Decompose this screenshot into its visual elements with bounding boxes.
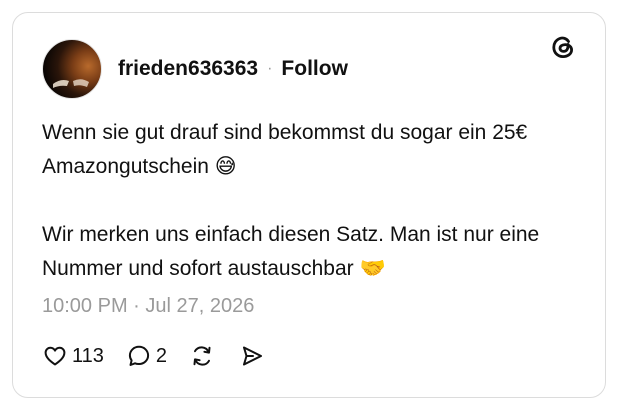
avatar-image bbox=[53, 79, 89, 88]
threads-logo-icon[interactable] bbox=[549, 33, 577, 61]
comment-bubble-icon bbox=[128, 345, 149, 366]
heart-icon bbox=[44, 346, 66, 366]
post-paragraph: Wir merken uns einfach diesen Satz. Man … bbox=[42, 223, 540, 280]
avatar[interactable] bbox=[42, 39, 102, 99]
action-bar: 113 2 bbox=[42, 343, 265, 369]
post-header: frieden636363 · Follow bbox=[118, 57, 348, 81]
threads-post-card: frieden636363 · Follow Wenn sie gut drau… bbox=[12, 12, 606, 398]
reply-button[interactable]: 2 bbox=[126, 343, 167, 369]
follow-button[interactable]: Follow bbox=[281, 57, 348, 81]
post-paragraph: Wenn sie gut drauf sind bekommst du soga… bbox=[42, 121, 528, 178]
like-button[interactable]: 113 bbox=[42, 343, 104, 369]
like-count: 113 bbox=[72, 344, 104, 367]
reply-count: 2 bbox=[155, 344, 168, 367]
share-button[interactable] bbox=[239, 343, 265, 369]
repost-button[interactable] bbox=[189, 343, 215, 369]
separator-dot: · bbox=[267, 60, 273, 77]
repost-icon bbox=[193, 346, 211, 366]
username[interactable]: frieden636363 bbox=[118, 57, 258, 81]
post-timestamp[interactable]: 10:00 PM · Jul 27, 2026 bbox=[42, 294, 254, 318]
post-body: Wenn sie gut drauf sind bekommst du soga… bbox=[42, 116, 562, 286]
share-send-icon bbox=[243, 346, 263, 366]
